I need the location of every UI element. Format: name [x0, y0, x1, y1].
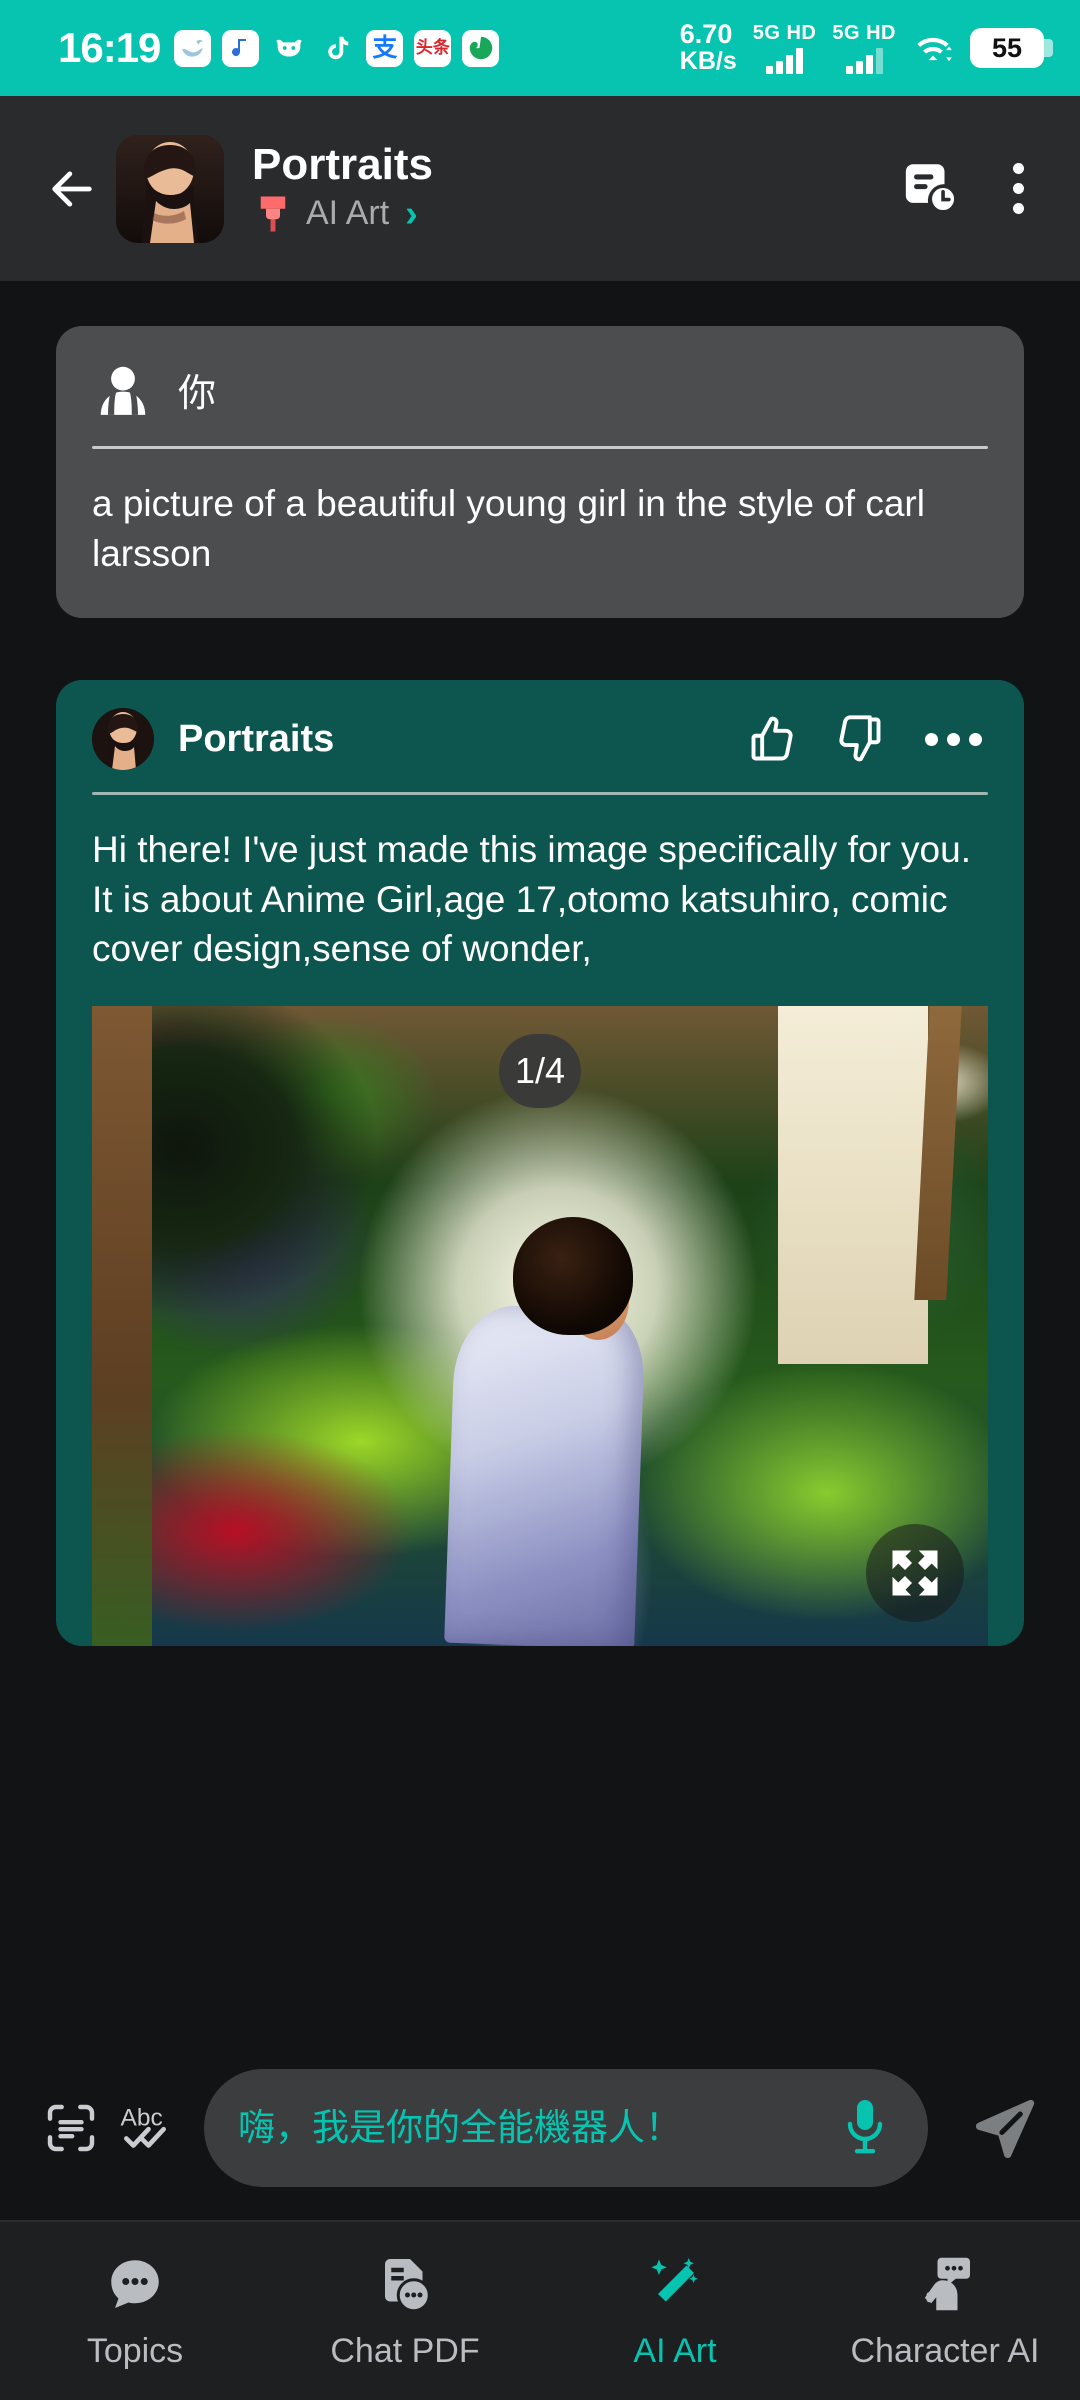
message-input-placeholder: 嗨，我是你的全能機器人！ [238, 2106, 682, 2148]
user-avatar-icon [100, 366, 146, 415]
header-actions [901, 155, 1044, 222]
chat-header: Portraits AI Art › [0, 96, 1080, 281]
sim2-bars [845, 48, 883, 74]
status-app-icons: 支 头条 [174, 29, 500, 67]
battery-indicator: 55 [970, 28, 1053, 68]
voice-input-button[interactable] [828, 2091, 902, 2165]
cow-mask-icon [270, 30, 307, 67]
nav-label-character-ai: Character AI [850, 2331, 1040, 2370]
phone-screen: 16:19 支 头条 6.70 KB/s 5G HD 5G HD 55 Port… [0, 0, 1080, 2400]
nav-label-topics: Topics [86, 2331, 184, 2370]
art-wall [778, 1005, 928, 1365]
send-button[interactable] [954, 2082, 1046, 2174]
status-bar-left: 16:19 支 头条 [0, 24, 500, 72]
generated-image[interactable]: 1/4 [92, 1005, 988, 1646]
user-message-bubble: 你 a picture of a beautiful young girl in… [56, 326, 1024, 619]
bot-message-actions [747, 713, 988, 765]
fullscreen-expand-icon [892, 1550, 938, 1596]
page-title: Portraits [252, 139, 433, 189]
status-bar-right: 6.70 KB/s 5G HD 5G HD 55 [680, 21, 1080, 74]
send-icon [975, 2099, 1035, 2158]
paint-brush-icon [260, 196, 286, 231]
network-speed-value: 6.70 [679, 19, 733, 50]
message-input-bar: Abc 嗨，我是你的全能機器人！ [0, 2035, 1080, 2220]
back-button[interactable] [36, 153, 108, 225]
thumbs-down-icon[interactable] [833, 713, 885, 765]
sim1-signal: 5G HD [753, 22, 817, 74]
arrow-left-icon [52, 170, 92, 207]
status-bar: 16:19 支 头条 6.70 KB/s 5G HD 5G HD 55 [0, 0, 1080, 96]
alipay-icon: 支 [366, 29, 404, 67]
nav-label-ai-art: AI Art [633, 2331, 717, 2370]
bottom-navigation: Topics Chat PDF AI Art Character AI [0, 2220, 1080, 2400]
chevron-right-icon: › [405, 192, 418, 235]
user-message-divider [92, 446, 988, 449]
thumbs-up-icon[interactable] [747, 713, 799, 765]
header-subtitle-label: AI Art [306, 194, 390, 232]
abc-check-icon: Abc [121, 2104, 167, 2148]
microphone-icon [847, 2099, 883, 2153]
whale-icon [174, 29, 212, 67]
battery-percent: 55 [991, 32, 1023, 63]
toutiao-icon: 头条 [414, 29, 452, 67]
uc-browser-icon [462, 29, 500, 67]
nav-item-character-ai[interactable]: Character AI [810, 2252, 1080, 2371]
bot-message-header: Portraits [56, 708, 1024, 771]
art-left-trunk [92, 1005, 152, 1646]
chat-scroll-area[interactable]: 你 a picture of a beautiful young girl in… [0, 281, 1080, 2035]
user-message-header: 你 [92, 358, 988, 420]
art-figure-hair [513, 1217, 634, 1336]
header-title-block: Portraits AI Art › [252, 139, 433, 235]
bot-message-bubble: Portraits Hi there! I've just made this … [56, 680, 1024, 1646]
scan-text-icon [47, 2104, 95, 2151]
network-speed-unit: KB/s [679, 47, 737, 76]
scan-button[interactable] [34, 2091, 108, 2165]
message-input-field[interactable]: 嗨，我是你的全能機器人！ [204, 2068, 928, 2187]
bot-message-divider [92, 792, 988, 796]
magic-wand-icon [643, 2252, 707, 2316]
wifi-icon [912, 32, 954, 64]
chat-history-button[interactable] [901, 157, 959, 220]
expand-image-button[interactable] [866, 1523, 964, 1622]
nav-item-chat-pdf[interactable]: Chat PDF [270, 2252, 540, 2371]
chat-bubble-icon [103, 2252, 167, 2316]
user-message-sender: 你 [178, 372, 217, 415]
character-chat-icon [913, 2252, 977, 2316]
nav-label-chat-pdf: Chat PDF [330, 2331, 480, 2370]
status-clock: 16:19 [58, 24, 161, 71]
art-figure-body [444, 1303, 647, 1646]
network-speed: 6.70 KB/s [680, 21, 737, 74]
douyin-note-icon [222, 29, 260, 67]
bot-message-sender: Portraits [178, 717, 335, 760]
more-vertical-icon[interactable] [1001, 155, 1036, 222]
sim2-label: 5G HD [832, 22, 896, 44]
tiktok-icon [318, 30, 355, 67]
header-avatar[interactable] [116, 134, 224, 243]
pdf-chat-icon [373, 2252, 437, 2316]
svg-text:Abc: Abc [121, 2104, 163, 2131]
chat-history-icon [905, 164, 958, 214]
nav-item-topics[interactable]: Topics [0, 2252, 270, 2371]
sim2-signal: 5G HD [832, 22, 896, 74]
more-horizontal-icon[interactable] [919, 727, 988, 752]
bot-message-text: Hi there! I've just made this image spec… [92, 829, 971, 970]
sim1-bars [766, 48, 804, 74]
user-message-text: a picture of a beautiful young girl in t… [92, 483, 925, 574]
header-subtitle-row[interactable]: AI Art › [252, 193, 433, 235]
image-counter-badge: 1/4 [498, 1033, 582, 1108]
sim1-label: 5G HD [752, 22, 817, 44]
bot-avatar[interactable] [92, 708, 154, 771]
spellcheck-button[interactable]: Abc [108, 2091, 182, 2165]
nav-item-ai-art[interactable]: AI Art [540, 2252, 810, 2371]
